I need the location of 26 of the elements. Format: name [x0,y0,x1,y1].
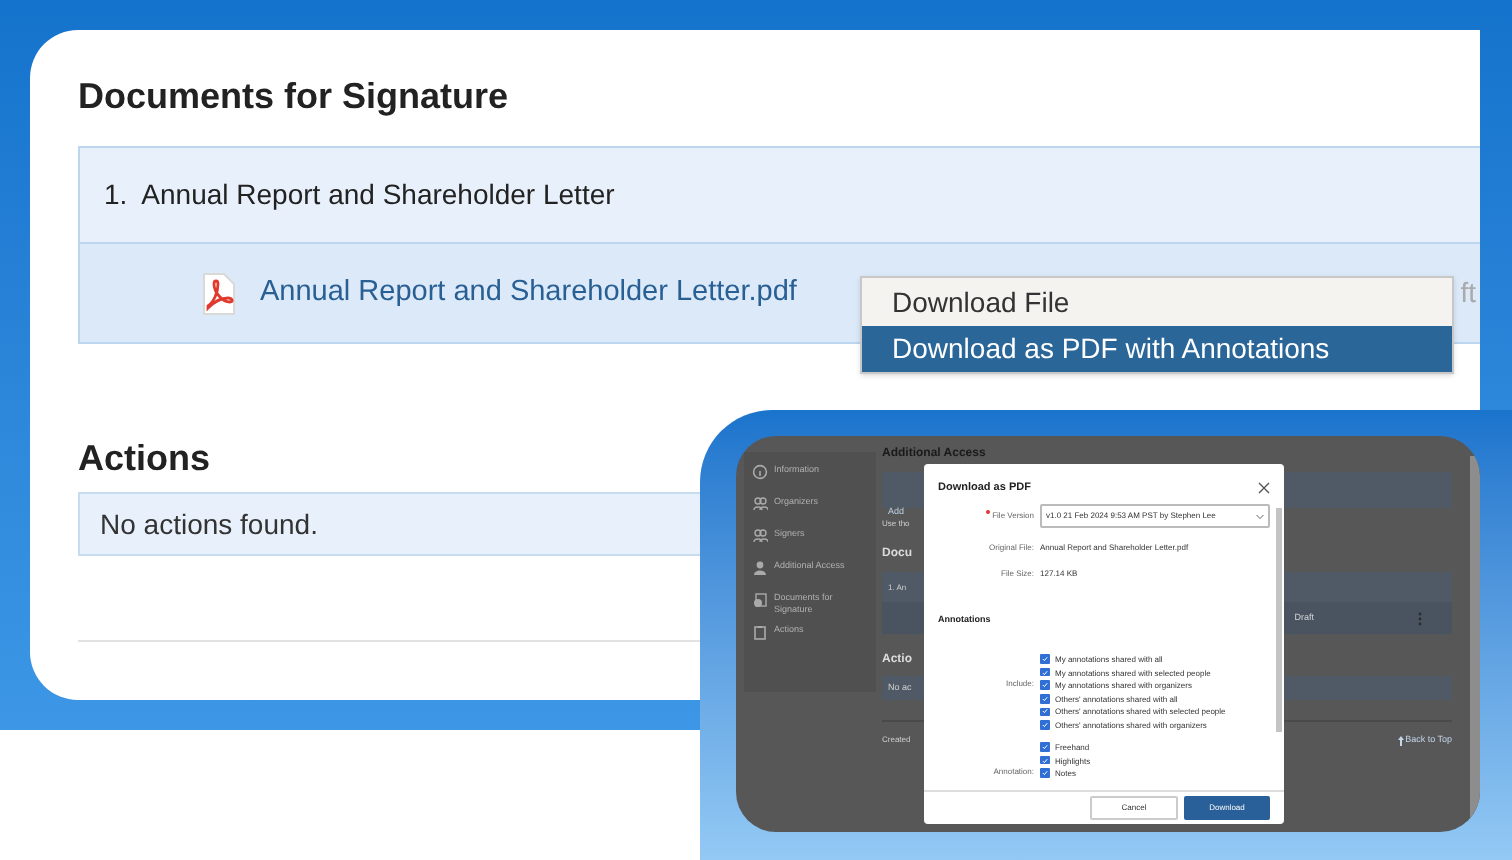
people-icon [752,528,768,544]
checkbox[interactable] [1040,720,1049,730]
checkbox[interactable] [1040,768,1049,778]
documents-icon [752,592,768,608]
menu-item[interactable]: Download as PDF with Annotations [862,326,1452,372]
checkbox[interactable] [1040,654,1049,664]
checkbox[interactable] [1040,680,1049,690]
close-icon[interactable] [1258,482,1270,495]
chevron-down-icon [1256,513,1264,520]
up-arrow-icon [1397,735,1404,746]
people-icon [752,496,768,512]
menu-item[interactable]: Download File [862,278,1452,326]
checkbox[interactable] [1040,667,1049,677]
checkbox[interactable] [1040,707,1049,717]
section-heading: Documents for Signature [78,74,509,120]
file-link[interactable]: Annual Report and Shareholder Letter.pdf [260,271,797,315]
clipboard-icon [752,624,768,640]
document-title: 1. Annual Report and Shareholder Letter [104,176,615,214]
section-heading: Actions [78,436,211,482]
empty-message: No actions found. [100,505,318,543]
info-icon [752,464,768,480]
status-text: ft [1460,274,1478,312]
checkbox[interactable] [1040,742,1049,752]
checkbox[interactable] [1040,755,1049,765]
checkbox[interactable] [1040,694,1049,704]
person-icon [752,560,768,576]
